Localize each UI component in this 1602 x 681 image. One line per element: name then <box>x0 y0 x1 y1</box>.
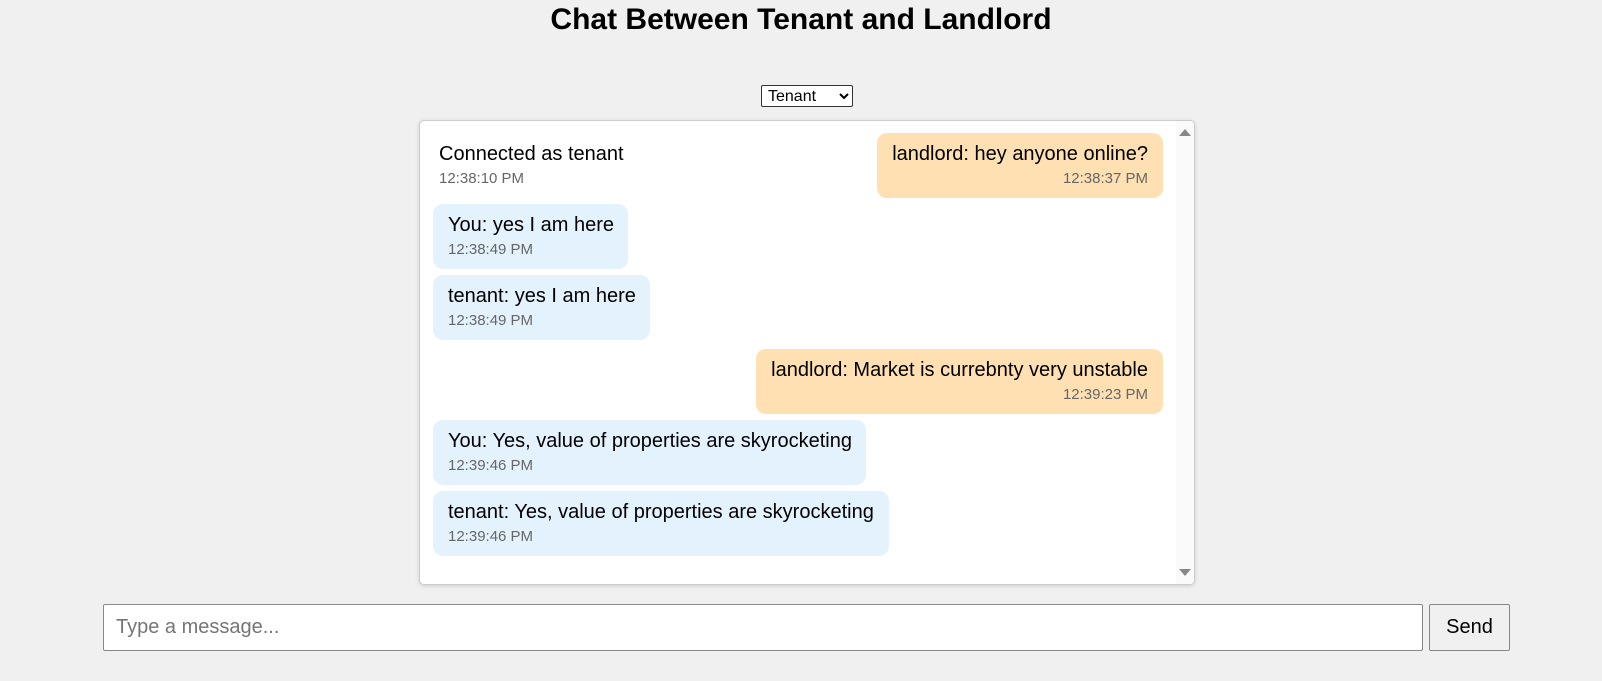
message-time: 12:38:49 PM <box>448 312 534 329</box>
message-text: You: Yes, value of properties are skyroc… <box>448 430 852 452</box>
message-bubble-tenant: tenant: yes I am here 12:38:49 PM <box>433 275 650 340</box>
system-message: Connected as tenant 12:38:10 PM <box>424 133 624 198</box>
message-bubble-landlord: landlord: Market is currebnty very unsta… <box>756 349 1163 414</box>
message-time: 12:39:46 PM <box>448 528 534 545</box>
chat-messages[interactable]: Connected as tenant 12:38:10 PM landlord… <box>419 120 1195 585</box>
message-text: tenant: Yes, value of properties are sky… <box>448 501 874 523</box>
message-text: You: yes I am here <box>448 214 615 236</box>
message-time: 12:38:37 PM <box>1062 170 1148 187</box>
message-bubble-tenant: tenant: Yes, value of properties are sky… <box>433 491 889 556</box>
message-text: Connected as tenant <box>439 143 624 165</box>
chat-scrollbar[interactable] <box>1176 121 1194 584</box>
role-select[interactable]: Tenant Landlord <box>761 85 853 107</box>
scroll-up-arrow-icon[interactable] <box>1179 129 1191 136</box>
message-text: landlord: hey anyone online? <box>892 143 1148 165</box>
page-title: Chat Between Tenant and Landlord <box>550 3 1052 36</box>
message-time: 12:38:49 PM <box>448 241 534 258</box>
message-text: tenant: yes I am here <box>448 285 636 307</box>
message-time: 12:39:46 PM <box>448 457 534 474</box>
message-text: landlord: Market is currebnty very unsta… <box>771 359 1148 381</box>
send-button[interactable]: Send <box>1429 604 1510 651</box>
message-time: 12:39:23 PM <box>1062 386 1148 403</box>
message-bubble-you: You: yes I am here 12:38:49 PM <box>433 204 628 269</box>
message-input[interactable] <box>103 604 1423 651</box>
message-bubble-landlord: landlord: hey anyone online? 12:38:37 PM <box>877 133 1163 198</box>
scroll-down-arrow-icon[interactable] <box>1179 569 1191 576</box>
message-time: 12:38:10 PM <box>439 170 525 187</box>
message-bubble-you: You: Yes, value of properties are skyroc… <box>433 420 866 485</box>
